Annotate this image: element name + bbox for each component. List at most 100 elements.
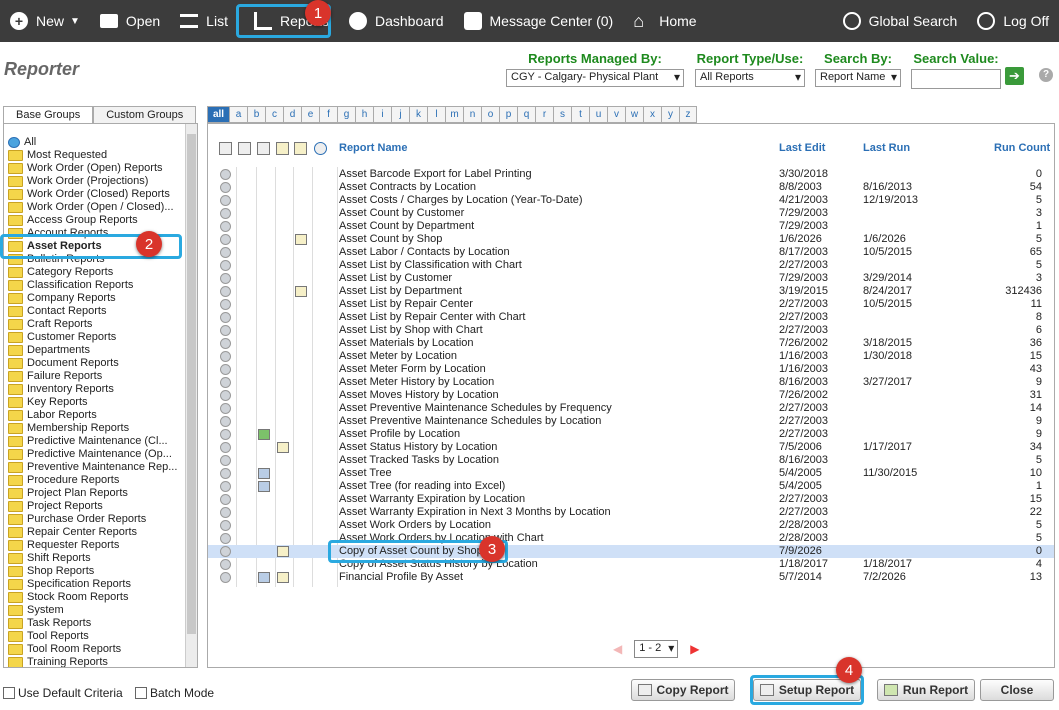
copy-report-button[interactable]: Copy Report <box>631 679 735 701</box>
letter-all[interactable]: all <box>207 106 229 123</box>
table-row[interactable]: Asset Materials by Location 7/26/2002 3/18… <box>208 337 1054 350</box>
tab-custom-groups[interactable]: Custom Groups <box>93 106 197 123</box>
next-page-icon[interactable]: ▶ <box>690 642 699 656</box>
letter-n[interactable]: n <box>463 106 481 123</box>
group-item[interactable]: Shop Reports <box>8 565 94 578</box>
letter-i[interactable]: i <box>373 106 391 123</box>
home-button[interactable]: ⌂ Home <box>623 0 706 42</box>
table-row[interactable]: Asset Count by Department 7/29/2003 1 <box>208 220 1054 233</box>
page-select[interactable]: 1 - 2 <box>634 640 679 658</box>
group-item[interactable]: Predictive Maintenance (Cl... <box>8 435 168 448</box>
letter-d[interactable]: d <box>283 106 301 123</box>
open-button[interactable]: Open <box>90 0 170 42</box>
new-menu[interactable]: + New ▼ <box>0 0 90 42</box>
use-default-checkbox[interactable] <box>3 687 15 699</box>
group-item[interactable]: Shift Reports <box>8 552 91 565</box>
group-item[interactable]: Purchase Order Reports <box>8 513 146 526</box>
group-item[interactable]: Labor Reports <box>8 409 97 422</box>
go-arrow-icon[interactable]: ➔ <box>1005 67 1024 85</box>
table-row[interactable]: Asset Preventive Maintenance Schedules b… <box>208 415 1054 428</box>
letter-c[interactable]: c <box>265 106 283 123</box>
group-item[interactable]: Work Order (Projections) <box>8 175 148 188</box>
group-item[interactable]: Task Reports <box>8 617 91 630</box>
letter-q[interactable]: q <box>517 106 535 123</box>
letter-a[interactable]: a <box>229 106 247 123</box>
global-search-button[interactable]: Global Search <box>833 0 968 42</box>
letter-b[interactable]: b <box>247 106 265 123</box>
table-row[interactable]: Asset Warranty Expiration in Next 3 Mont… <box>208 506 1054 519</box>
help-icon[interactable]: ? <box>1039 68 1053 82</box>
letter-h[interactable]: h <box>355 106 373 123</box>
list-button[interactable]: List <box>170 0 238 42</box>
group-item[interactable]: Project Reports <box>8 500 103 513</box>
table-row[interactable]: Asset List by Department 3/19/2015 8/24/20… <box>208 285 1054 298</box>
letter-s[interactable]: s <box>553 106 571 123</box>
letter-x[interactable]: x <box>643 106 661 123</box>
col-report-name[interactable]: Report Name <box>339 142 407 154</box>
group-item[interactable]: Asset Reports <box>8 240 102 253</box>
group-item[interactable]: Membership Reports <box>8 422 129 435</box>
group-item[interactable]: Tool Reports <box>8 630 89 643</box>
dashboard-button[interactable]: Dashboard <box>339 0 454 42</box>
letter-t[interactable]: t <box>571 106 589 123</box>
letter-f[interactable]: f <box>319 106 337 123</box>
prev-page-icon[interactable]: ◀ <box>613 642 622 656</box>
letter-l[interactable]: l <box>427 106 445 123</box>
group-item[interactable]: Work Order (Open / Closed)... <box>8 201 174 214</box>
group-item[interactable]: Training Reports <box>8 656 108 667</box>
table-row[interactable]: Asset Count by Customer 7/29/2003 3 <box>208 207 1054 220</box>
group-item[interactable]: Bulletin Reports <box>8 253 105 266</box>
table-row[interactable]: Asset List by Repair Center with Chart 2/… <box>208 311 1054 324</box>
batch-mode-checkbox[interactable] <box>135 687 147 699</box>
group-item[interactable]: Company Reports <box>8 292 116 305</box>
table-row[interactable]: Asset Count by Shop 1/6/2026 1/6/2026 5 <box>208 233 1054 246</box>
table-row[interactable]: Asset Costs / Charges by Location (Year-… <box>208 194 1054 207</box>
group-item[interactable]: Departments <box>8 344 90 357</box>
message-center-button[interactable]: Message Center (0) <box>454 0 624 42</box>
group-item[interactable]: Procedure Reports <box>8 474 119 487</box>
group-item[interactable]: All <box>8 136 36 149</box>
search-by-select[interactable]: Report Name <box>815 69 901 87</box>
table-row[interactable]: Asset Status History by Location 7/5/2006… <box>208 441 1054 454</box>
table-row[interactable]: Copy of Asset Count by Shop 7/9/2026 0 <box>208 545 1054 558</box>
group-item[interactable]: Tool Room Reports <box>8 643 121 656</box>
group-item[interactable]: Specification Reports <box>8 578 131 591</box>
col-run-count[interactable]: Run Count <box>994 142 1050 154</box>
table-row[interactable]: Asset Moves History by Location 7/26/2002… <box>208 389 1054 402</box>
group-item[interactable]: Craft Reports <box>8 318 92 331</box>
group-item[interactable]: System <box>8 604 64 617</box>
table-row[interactable]: Financial Profile By Asset 5/7/2014 7/2/20… <box>208 571 1054 584</box>
table-row[interactable]: Asset Work Orders by Location 2/28/2003 5 <box>208 519 1054 532</box>
group-item[interactable]: Account Reports <box>8 227 108 240</box>
letter-j[interactable]: j <box>391 106 409 123</box>
group-item[interactable]: Customer Reports <box>8 331 116 344</box>
group-item[interactable]: Document Reports <box>8 357 119 370</box>
letter-k[interactable]: k <box>409 106 427 123</box>
table-row[interactable]: Asset Meter History by Location 8/16/2003… <box>208 376 1054 389</box>
table-row[interactable]: Asset List by Classification with Chart 2… <box>208 259 1054 272</box>
group-item[interactable]: Classification Reports <box>8 279 133 292</box>
table-row[interactable]: Asset Work Orders by Location with Chart… <box>208 532 1054 545</box>
search-value-input[interactable] <box>911 69 1001 89</box>
close-button[interactable]: Close <box>980 679 1054 701</box>
group-list-scrollbar[interactable] <box>185 124 197 667</box>
group-item[interactable]: Inventory Reports <box>8 383 114 396</box>
letter-e[interactable]: e <box>301 106 319 123</box>
letter-p[interactable]: p <box>499 106 517 123</box>
table-row[interactable]: Asset List by Repair Center 2/27/2003 10/5… <box>208 298 1054 311</box>
group-item[interactable]: Project Plan Reports <box>8 487 128 500</box>
group-item[interactable]: Most Requested <box>8 149 107 162</box>
table-row[interactable]: Asset Preventive Maintenance Schedules b… <box>208 402 1054 415</box>
letter-w[interactable]: w <box>625 106 643 123</box>
group-item[interactable]: Requester Reports <box>8 539 119 552</box>
group-item[interactable]: Predictive Maintenance (Op... <box>8 448 172 461</box>
table-row[interactable]: Asset Barcode Export for Label Printing 3… <box>208 168 1054 181</box>
letter-v[interactable]: v <box>607 106 625 123</box>
table-row[interactable]: Asset Tree 5/4/2005 11/30/2015 10 <box>208 467 1054 480</box>
table-row[interactable]: Asset List by Customer 7/29/2003 3/29/2014… <box>208 272 1054 285</box>
tab-base-groups[interactable]: Base Groups <box>3 106 94 123</box>
table-row[interactable]: Asset Profile by Location 2/27/2003 9 <box>208 428 1054 441</box>
table-row[interactable]: Asset Warranty Expiration by Location 2/2… <box>208 493 1054 506</box>
letter-u[interactable]: u <box>589 106 607 123</box>
table-row[interactable]: Asset Tracked Tasks by Location 8/16/2003… <box>208 454 1054 467</box>
